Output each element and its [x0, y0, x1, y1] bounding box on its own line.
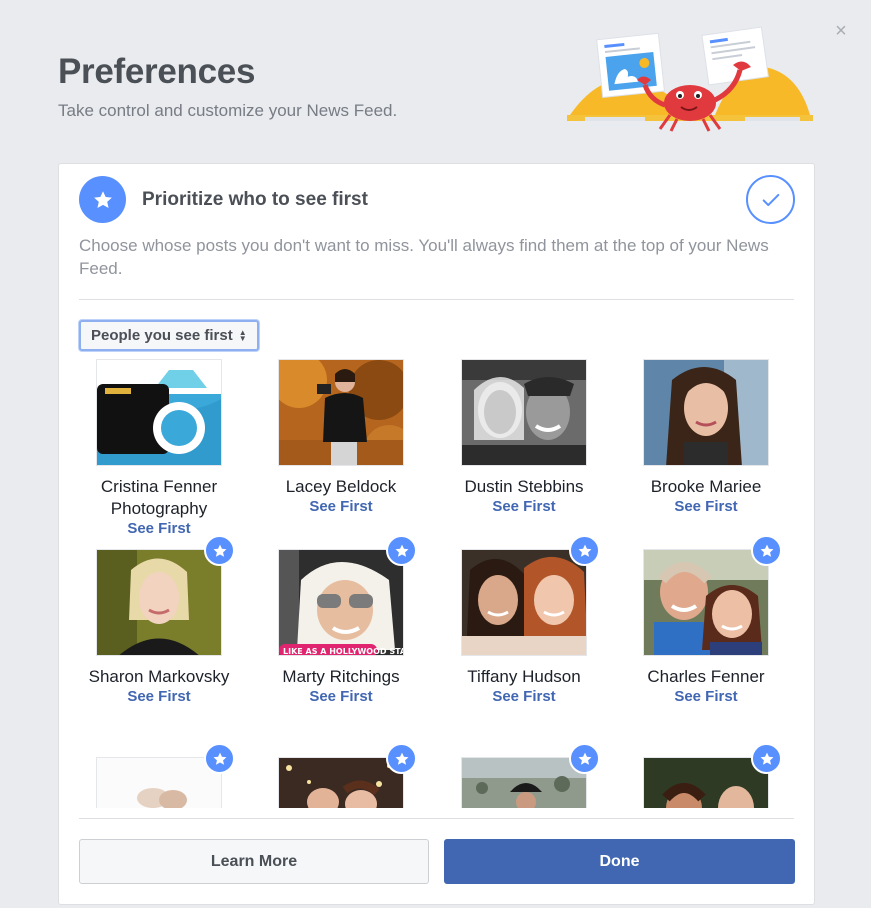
learn-more-button[interactable]: Learn More — [79, 839, 429, 884]
check-icon[interactable] — [746, 175, 795, 224]
crab-illustration — [567, 26, 813, 132]
photo-banner-text: LIKE AS A HOLLYWOOD STAR? — [283, 647, 404, 656]
profile-photo[interactable] — [643, 757, 769, 808]
person-name: Cristina Fenner Photography — [100, 477, 218, 518]
people-grid[interactable]: Cristina Fenner Photography See First La… — [59, 359, 814, 808]
see-first-star-icon[interactable] — [569, 743, 600, 774]
profile-photo[interactable] — [461, 359, 587, 466]
see-first-link[interactable]: See First — [439, 688, 609, 705]
see-first-link[interactable]: See First — [621, 688, 791, 705]
person-name: Marty Ritchings — [282, 667, 400, 686]
page-subtitle: Take control and customize your News Fee… — [58, 101, 398, 120]
profile-photo[interactable] — [96, 549, 222, 656]
person-name: Sharon Markovsky — [88, 667, 230, 686]
profile-photo[interactable] — [461, 757, 587, 808]
done-button[interactable]: Done — [444, 839, 795, 884]
see-first-star-icon[interactable] — [204, 743, 235, 774]
see-first-link[interactable]: See First — [621, 498, 791, 515]
person-card: Lacey Beldock See First — [256, 359, 426, 549]
person-card: Cristina Fenner Photography See First — [74, 359, 244, 549]
section-description: Choose whose posts you don't want to mis… — [79, 236, 769, 278]
see-first-link[interactable]: See First — [439, 498, 609, 515]
profile-photo[interactable] — [461, 549, 587, 656]
see-first-star-icon[interactable] — [386, 535, 417, 566]
see-first-link[interactable]: See First — [256, 688, 426, 705]
filter-select[interactable]: People you see first ▲ ▼ — [79, 320, 259, 351]
person-card: Charles Fenner See First — [621, 535, 791, 739]
profile-photo[interactable] — [278, 359, 404, 466]
profile-photo[interactable]: LIKE AS A HOLLYWOOD STAR? — [278, 549, 404, 656]
profile-photo[interactable] — [643, 359, 769, 466]
star-icon — [79, 176, 126, 223]
person-card: Sharon Markovsky See First — [74, 535, 244, 739]
profile-photo[interactable] — [278, 757, 404, 808]
section-title: Prioritize who to see first — [142, 189, 368, 210]
page-title: Preferences — [58, 52, 256, 91]
filter-select-value: People you see first — [91, 327, 233, 344]
profile-photo[interactable] — [96, 359, 222, 466]
prioritize-card: Prioritize who to see first Choose whose… — [58, 163, 815, 905]
person-name: Dustin Stebbins — [464, 477, 584, 496]
profile-photo[interactable] — [643, 549, 769, 656]
see-first-link[interactable]: See First — [74, 688, 244, 705]
see-first-star-icon[interactable] — [751, 743, 782, 774]
person-card — [74, 743, 244, 808]
see-first-star-icon[interactable] — [386, 743, 417, 774]
person-card — [439, 743, 609, 808]
divider — [79, 818, 794, 819]
person-name: Tiffany Hudson — [467, 667, 581, 686]
person-card: Dustin Stebbins See First — [439, 359, 609, 549]
profile-photo[interactable] — [96, 757, 222, 808]
person-card — [256, 743, 426, 808]
see-first-link[interactable]: See First — [256, 498, 426, 515]
see-first-star-icon[interactable] — [751, 535, 782, 566]
person-card — [621, 743, 791, 808]
person-name: Charles Fenner — [647, 667, 765, 686]
sort-arrows-icon: ▲ ▼ — [238, 327, 247, 343]
close-icon[interactable]: × — [830, 20, 852, 42]
person-name: Lacey Beldock — [285, 477, 397, 496]
person-card: Brooke Mariee See First — [621, 359, 791, 549]
person-name: Brooke Mariee — [650, 477, 762, 496]
person-card: LIKE AS A HOLLYWOOD STAR? Marty Ritching… — [256, 535, 426, 739]
person-card: Tiffany Hudson See First — [439, 535, 609, 739]
see-first-star-icon[interactable] — [569, 535, 600, 566]
preferences-dialog: × Preferences Take control and customize… — [0, 0, 871, 908]
divider — [79, 299, 794, 300]
see-first-star-icon[interactable] — [204, 535, 235, 566]
